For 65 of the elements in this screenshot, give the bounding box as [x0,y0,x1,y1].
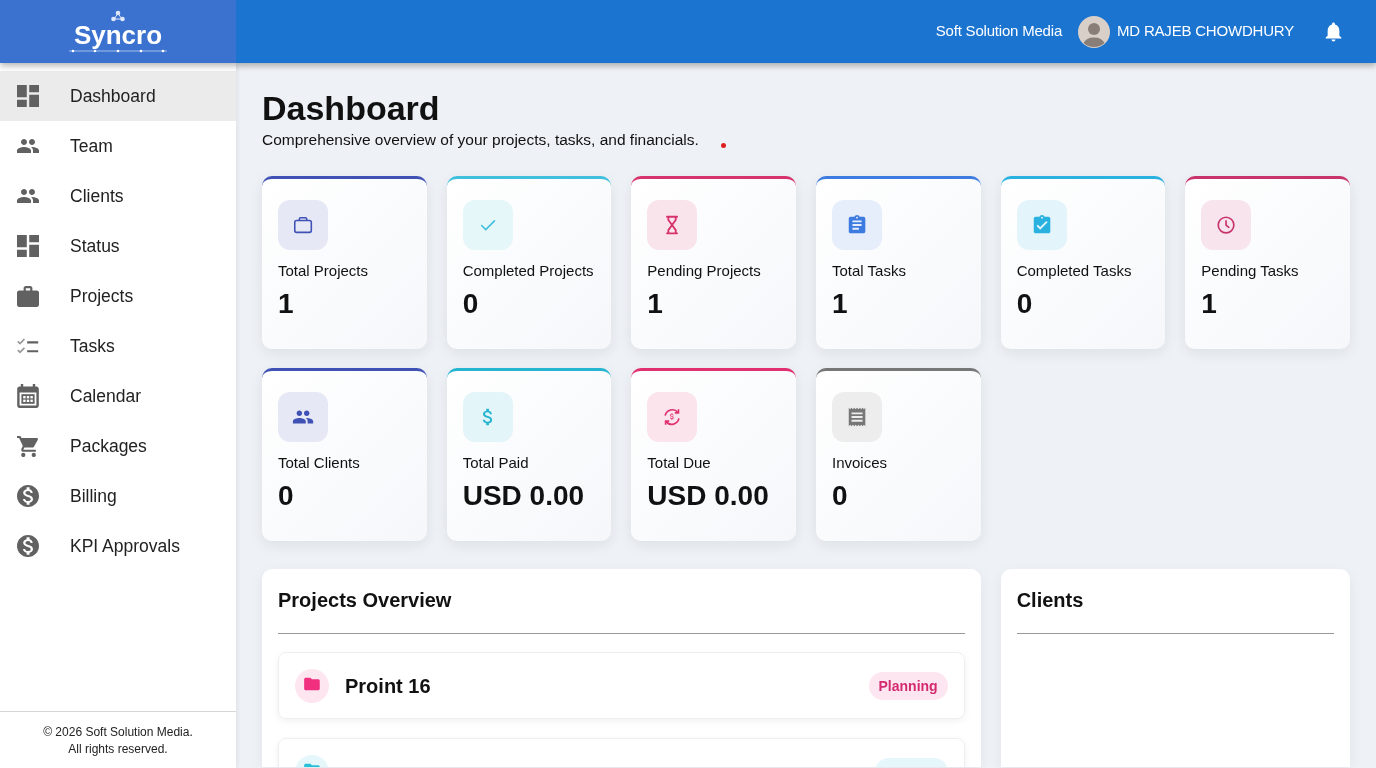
stat-label: Invoices [832,453,889,472]
people-icon [278,392,328,442]
stat-value: 0 [1016,288,1034,320]
stat-label: Total Tasks [832,261,907,280]
page-subtitle: Comprehensive overview of your projects, tasks, and financials. [262,130,699,149]
cart-icon [17,435,39,457]
stat-label: Total Due [647,453,712,472]
project-name: Proint 16 [345,673,431,699]
sidebar-item[interactable]: Clients [0,171,236,221]
clipboard-check-icon [1016,200,1067,250]
grid-icon [17,85,39,107]
copyright-text: © 2026 Soft Solution Media. All rights reserved. [0,711,236,768]
avatar-icon[interactable] [1078,15,1111,48]
sidebar-item[interactable]: KPI Approvals [0,521,236,571]
sidebar-item[interactable]: Packages [0,421,236,471]
people-icon [17,189,39,203]
grid-icon [17,235,39,257]
dollar-icon [462,392,513,442]
briefcase-icon [17,285,39,307]
user-name[interactable]: MD RAJEB CHOWDHURY [1117,20,1294,43]
logo-icon [110,10,126,22]
dollar-cycle-icon [647,392,698,442]
people-icon [17,139,39,153]
stat-label: Pending Projects [647,261,762,280]
stat-value: USD 0.00 [647,480,770,512]
sidebar-item[interactable]: Status [0,221,236,271]
sidebar-item[interactable]: Tasks [0,321,236,371]
briefcase-icon [278,200,328,250]
panel-title: Clients [1016,588,1085,613]
stat-value: 1 [278,288,295,320]
panel-title: Projects Overview [278,588,453,613]
stat-value: 1 [647,288,664,320]
sidebar-item[interactable]: Team [0,121,236,171]
project-row[interactable]: Proint 16 Planning [278,652,965,719]
checkmark-icon [462,200,513,250]
stat-value: USD 0.00 [462,480,586,512]
hourglass-icon [647,200,698,250]
stat-label: Total Projects [278,261,370,280]
clipboard-icon [832,200,882,250]
stat-value: 1 [832,288,849,320]
sidebar-item[interactable]: Calendar [0,371,236,421]
dotted-line-icon [69,49,167,53]
brand-name: Syncro [73,22,163,49]
calendar-icon [17,384,39,408]
stat-value: 0 [278,480,295,512]
stat-value: 0 [832,480,849,512]
sidebar-item[interactable]: Dashboard [0,71,236,121]
stat-label: Total Paid [462,453,530,472]
bell-icon[interactable] [1324,21,1343,42]
clock-icon [1201,200,1252,250]
company-name: Soft Solution Media [935,21,1063,42]
stat-value: 0 [462,288,480,320]
stat-label: Total Clients [278,453,361,472]
page-title: Dashboard [262,88,441,129]
status-badge: Planning [868,671,948,700]
stat-value: 1 [1201,288,1218,320]
checklist-icon [17,338,39,354]
folder-icon [295,668,329,703]
sidebar-item[interactable]: Projects [0,271,236,321]
receipt-icon [832,392,882,442]
dot-icon [720,143,726,148]
stat-label: Completed Tasks [1016,261,1133,280]
stat-label: Completed Projects [462,261,595,280]
sidebar-item[interactable]: Billing [0,471,236,521]
stat-label: Pending Tasks [1201,261,1300,280]
